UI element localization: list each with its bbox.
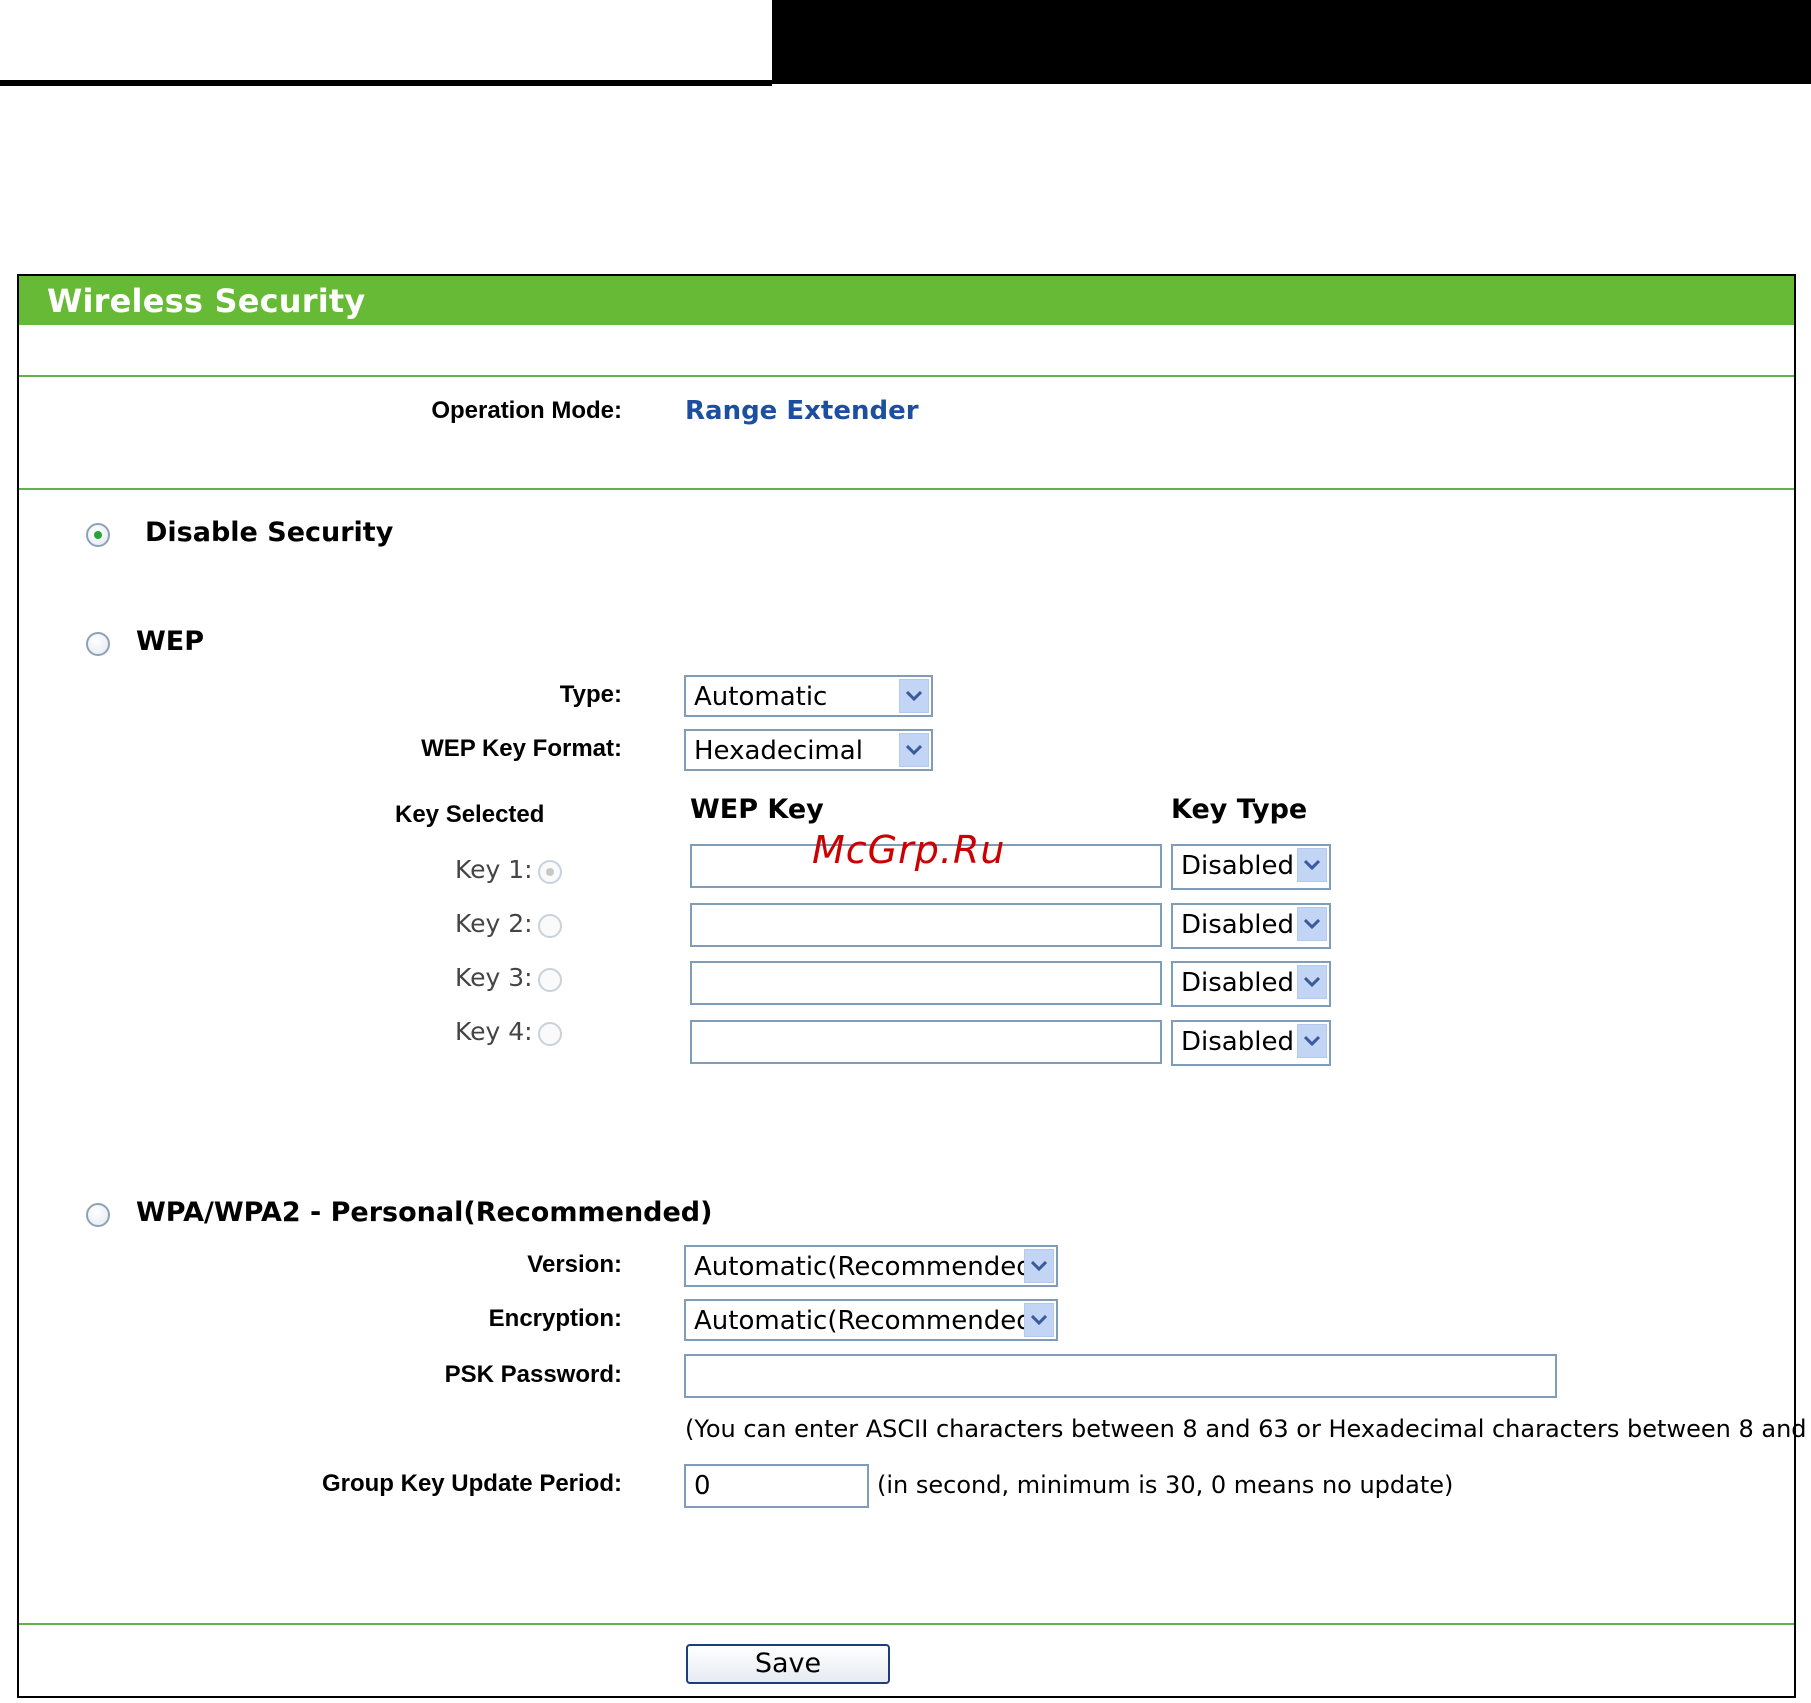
key-2-label: Key 2: [455, 909, 533, 938]
top-rule [0, 80, 772, 86]
key-3-type-value: Disabled [1181, 968, 1294, 998]
wpa-version-label: Version: [527, 1251, 622, 1278]
separator [19, 375, 1794, 377]
wep-type-value: Automatic [694, 682, 828, 712]
chevron-down-icon [1024, 1303, 1054, 1337]
group-key-hint: (in second, minimum is 30, 0 means no up… [877, 1471, 1454, 1499]
wpa-version-value: Automatic(Recommended) [694, 1252, 1043, 1282]
group-key-update-input[interactable] [684, 1464, 869, 1508]
chevron-down-icon [1297, 965, 1327, 999]
key-1-label: Key 1: [455, 855, 533, 884]
wpa-label: WPA/WPA2 - Personal(Recommended) [136, 1197, 713, 1228]
watermark-text: McGrp.Ru [812, 828, 1006, 872]
top-black-bar [772, 0, 1811, 84]
disable-security-radio[interactable] [86, 523, 110, 547]
key-2-radio[interactable] [538, 914, 562, 938]
key-2-type-select[interactable]: Disabled [1171, 903, 1331, 949]
chevron-down-icon [1297, 848, 1327, 882]
operation-mode-label: Operation Mode: [431, 397, 622, 424]
panel-header: Wireless Security [19, 276, 1794, 325]
key-3-label: Key 3: [455, 963, 533, 992]
wep-key-header: WEP Key [690, 794, 824, 825]
key-4-type-select[interactable]: Disabled [1171, 1020, 1331, 1066]
group-key-update-label: Group Key Update Period: [321, 1470, 622, 1497]
wep-radio[interactable] [86, 632, 110, 656]
chevron-down-icon [899, 733, 929, 767]
key-4-label: Key 4: [455, 1017, 533, 1046]
wpa-encryption-value: Automatic(Recommended) [694, 1306, 1043, 1336]
radio-selected-dot [94, 531, 102, 539]
key-4-radio[interactable] [538, 1022, 562, 1046]
key-2-type-value: Disabled [1181, 910, 1294, 940]
wireless-security-panel: Wireless Security Operation Mode: Range … [17, 274, 1811, 1698]
chevron-down-icon [1297, 907, 1327, 941]
wep-label: WEP [136, 626, 205, 657]
wep-key-3-input[interactable] [690, 961, 1162, 1005]
key-4-type-value: Disabled [1181, 1027, 1294, 1057]
chevron-down-icon [1297, 1024, 1327, 1058]
wep-key-2-input[interactable] [690, 903, 1162, 947]
key-type-header: Key Type [1171, 794, 1308, 825]
key-1-radio[interactable] [538, 860, 562, 884]
wep-key-format-value: Hexadecimal [694, 736, 863, 766]
separator [19, 488, 1794, 490]
key-3-radio[interactable] [538, 968, 562, 992]
wep-type-select[interactable]: Automatic [684, 675, 933, 717]
psk-hint: (You can enter ASCII characters between … [685, 1415, 1811, 1443]
chevron-down-icon [899, 679, 929, 713]
wep-type-label: Type: [559, 681, 622, 708]
psk-password-label: PSK Password: [444, 1361, 622, 1388]
wpa-encryption-select[interactable]: Automatic(Recommended) [684, 1299, 1058, 1341]
wpa-version-select[interactable]: Automatic(Recommended) [684, 1245, 1058, 1287]
save-button[interactable]: Save [686, 1644, 890, 1684]
key-1-type-select[interactable]: Disabled [1171, 844, 1331, 890]
wep-key-format-label: WEP Key Format: [421, 735, 622, 762]
wpa-radio[interactable] [86, 1203, 110, 1227]
key-1-type-value: Disabled [1181, 851, 1294, 881]
key-3-type-select[interactable]: Disabled [1171, 961, 1331, 1007]
separator [19, 1623, 1794, 1625]
page-title: Wireless Security [47, 282, 366, 320]
key-selected-header: Key Selected [395, 801, 545, 828]
wep-key-format-select[interactable]: Hexadecimal [684, 729, 933, 771]
wpa-encryption-label: Encryption: [488, 1305, 622, 1332]
disable-security-label: Disable Security [145, 517, 394, 548]
radio-selected-dot [546, 868, 554, 876]
wep-key-4-input[interactable] [690, 1020, 1162, 1064]
operation-mode-value: Range Extender [685, 396, 919, 426]
psk-password-input[interactable] [684, 1354, 1557, 1398]
chevron-down-icon [1024, 1249, 1054, 1283]
